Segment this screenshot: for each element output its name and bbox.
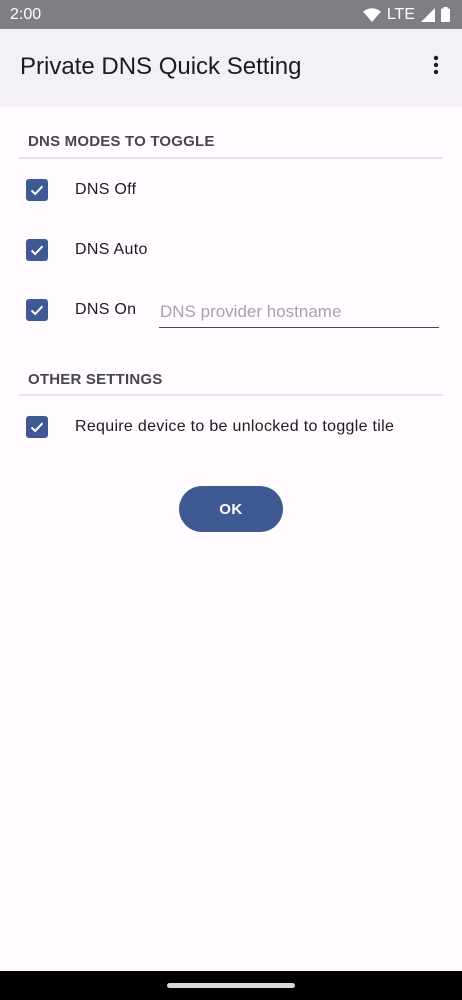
section-divider — [19, 157, 443, 159]
status-bar: 2:00 LTE — [0, 0, 462, 29]
check-icon — [30, 245, 44, 256]
status-time: 2:00 — [10, 5, 42, 23]
dns-auto-label: DNS Auto — [75, 241, 148, 258]
network-type: LTE — [386, 5, 415, 23]
dns-auto-option[interactable]: DNS Auto — [26, 239, 148, 261]
check-icon — [30, 185, 44, 196]
require-unlock-option[interactable]: Require device to be unlocked to toggle … — [26, 416, 394, 438]
dns-off-checkbox[interactable] — [26, 179, 48, 201]
dns-on-label: DNS On — [75, 301, 137, 318]
more-vert-icon — [433, 55, 439, 80]
wifi-icon — [362, 7, 381, 22]
more-options-button[interactable] — [424, 55, 448, 79]
dns-on-option[interactable]: DNS On — [26, 299, 136, 321]
section-header-dns-modes: DNS MODES TO TOGGLE — [28, 133, 215, 150]
dns-hostname-input[interactable] — [159, 300, 439, 328]
dns-off-label: DNS Off — [75, 181, 137, 198]
check-icon — [30, 305, 44, 316]
check-icon — [30, 422, 44, 433]
require-unlock-checkbox[interactable] — [26, 416, 48, 438]
cell-signal-icon — [421, 7, 435, 22]
app-bar: Private DNS Quick Setting — [0, 29, 462, 105]
dns-auto-checkbox[interactable] — [26, 239, 48, 261]
section-divider — [19, 394, 443, 396]
dns-off-option[interactable]: DNS Off — [26, 179, 136, 201]
home-handle[interactable] — [167, 983, 295, 988]
battery-icon — [441, 7, 450, 22]
ok-button[interactable]: OK — [179, 486, 283, 532]
page-title: Private DNS Quick Setting — [20, 53, 302, 80]
dns-on-checkbox[interactable] — [26, 299, 48, 321]
navigation-bar — [0, 971, 462, 1000]
status-icons: LTE — [362, 5, 450, 24]
section-header-other-settings: OTHER SETTINGS — [28, 371, 163, 388]
require-unlock-label: Require device to be unlocked to toggle … — [75, 418, 395, 435]
